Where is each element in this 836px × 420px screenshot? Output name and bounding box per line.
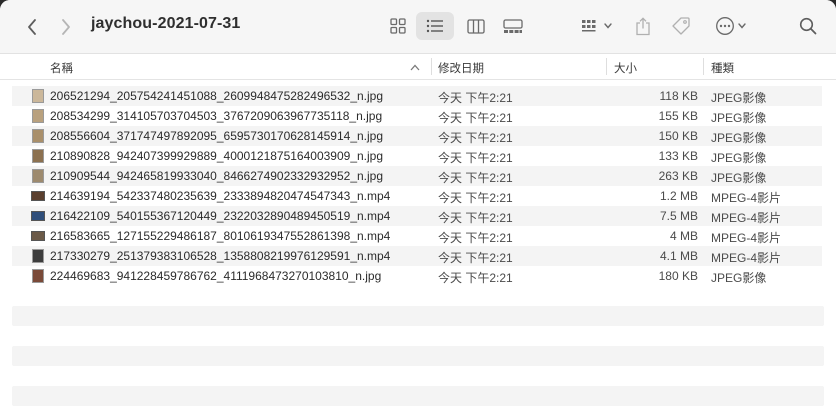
file-kind: MPEG-4影片 [711,211,782,225]
column-divider[interactable] [431,58,432,75]
chevron-down-icon [737,23,746,29]
file-name: 210909544_942465819933040_84662749023329… [50,169,384,183]
window-title: jaychou-2021-07-31 [91,15,241,32]
image-file-icon [32,89,44,103]
empty-row [12,346,824,366]
video-file-icon [31,211,45,221]
empty-row [12,386,824,406]
file-size: 133 KB [658,149,698,163]
tag-icon [672,17,690,35]
file-size: 7.5 MB [659,209,698,223]
file-date: 今天 下午2:21 [438,191,513,205]
search-button[interactable] [795,13,821,39]
list-item[interactable]: 214639194_542337480235639_23338948204745… [12,186,822,206]
chevron-left-icon [28,19,36,35]
list-view-icon [426,19,443,33]
file-name: 206521294_205754241451088_26099484752824… [50,89,384,103]
list-item[interactable]: 216422109_540155367120449_23220328904894… [12,206,822,226]
list-item[interactable]: 208534299_314105703704503_37672090639677… [12,106,822,126]
tag-button[interactable] [667,13,695,39]
file-kind: JPEG影像 [711,111,767,125]
column-view-button[interactable] [462,13,490,39]
column-header-name[interactable]: 名稱 [50,60,73,76]
list-item[interactable]: 208556604_371747497892095_65957301706281… [12,126,822,146]
column-header-date[interactable]: 修改日期 [438,60,484,76]
file-name: 210890828_942407399929889_40001218751640… [50,149,384,163]
file-size: 4.1 MB [659,249,698,263]
image-file-icon [32,149,44,163]
toolbar: jaychou-2021-07-31 [0,0,836,54]
video-file-icon [32,249,44,263]
file-name: 214639194_542337480235639_23338948204745… [50,189,391,203]
file-kind: JPEG影像 [711,271,767,285]
file-name: 224469683_941228459786762_41119684732701… [50,269,382,283]
column-divider[interactable] [703,58,704,75]
file-size: 180 KB [658,269,698,283]
file-date: 今天 下午2:21 [438,271,513,285]
video-file-icon [31,191,45,201]
back-button[interactable] [22,15,42,39]
file-date: 今天 下午2:21 [438,151,513,165]
column-view-icon [467,18,485,34]
icon-view-icon [390,18,406,34]
list-item[interactable]: 224469683_941228459786762_41119684732701… [12,266,822,286]
list-item[interactable]: 216583665_127155229486187_80106193475528… [12,226,822,246]
list-item[interactable]: 210909544_942465819933040_84662749023329… [12,166,822,186]
file-date: 今天 下午2:21 [438,91,513,105]
file-date: 今天 下午2:21 [438,231,513,245]
more-actions-button[interactable] [710,13,750,39]
list-view-button[interactable] [416,12,454,40]
file-kind: MPEG-4影片 [711,231,782,245]
file-name: 216422109_540155367120449_23220328904894… [50,209,391,223]
image-file-icon [32,269,44,283]
file-kind: JPEG影像 [711,91,767,105]
forward-button[interactable] [56,15,76,39]
file-size: 4 MB [669,229,698,243]
image-file-icon [32,129,44,143]
gallery-view-button[interactable] [498,13,528,39]
file-kind: MPEG-4影片 [711,251,782,265]
image-file-icon [32,109,44,123]
file-size: 1.2 MB [659,189,698,203]
column-header-bar: 名稱 修改日期 大小 種類 [0,54,836,80]
file-name: 216583665_127155229486187_80106193475528… [50,229,391,243]
more-icon [715,17,734,35]
file-date: 今天 下午2:21 [438,211,513,225]
file-size: 263 KB [658,169,698,183]
file-kind: JPEG影像 [711,171,767,185]
file-kind: JPEG影像 [711,151,767,165]
file-size: 155 KB [658,109,698,123]
chevron-down-icon [603,23,612,29]
file-date: 今天 下午2:21 [438,131,513,145]
file-kind: JPEG影像 [711,131,767,145]
list-item[interactable]: 206521294_205754241451088_26099484752824… [12,86,822,106]
file-size: 150 KB [658,129,698,143]
empty-row [12,306,824,326]
list-item[interactable]: 217330279_251379383106528_13588082199761… [12,246,822,266]
icon-view-button[interactable] [384,13,412,39]
file-size: 118 KB [659,89,698,103]
image-file-icon [32,169,44,183]
file-name: 208534299_314105703704503_37672090639677… [50,109,383,123]
list-item[interactable]: 210890828_942407399929889_40001218751640… [12,146,822,166]
file-name: 208556604_371747497892095_65957301706281… [50,129,384,143]
column-divider[interactable] [606,58,607,75]
file-kind: MPEG-4影片 [711,191,782,205]
group-by-icon [581,20,595,32]
share-button[interactable] [630,13,656,39]
file-date: 今天 下午2:21 [438,251,513,265]
file-name: 217330279_251379383106528_13588082199761… [50,249,391,263]
gallery-view-icon [503,18,523,33]
group-by-button[interactable] [576,13,616,39]
column-header-kind[interactable]: 種類 [711,60,734,76]
search-icon [799,17,817,35]
column-header-size[interactable]: 大小 [614,60,637,76]
finder-window: jaychou-2021-07-31 名稱 修改日期 大小 種類 2065212… [0,0,836,420]
file-date: 今天 下午2:21 [438,111,513,125]
file-date: 今天 下午2:21 [438,171,513,185]
chevron-right-icon [62,19,70,35]
video-file-icon [31,231,45,241]
share-icon [636,16,650,35]
sort-ascending-icon[interactable] [409,61,421,73]
